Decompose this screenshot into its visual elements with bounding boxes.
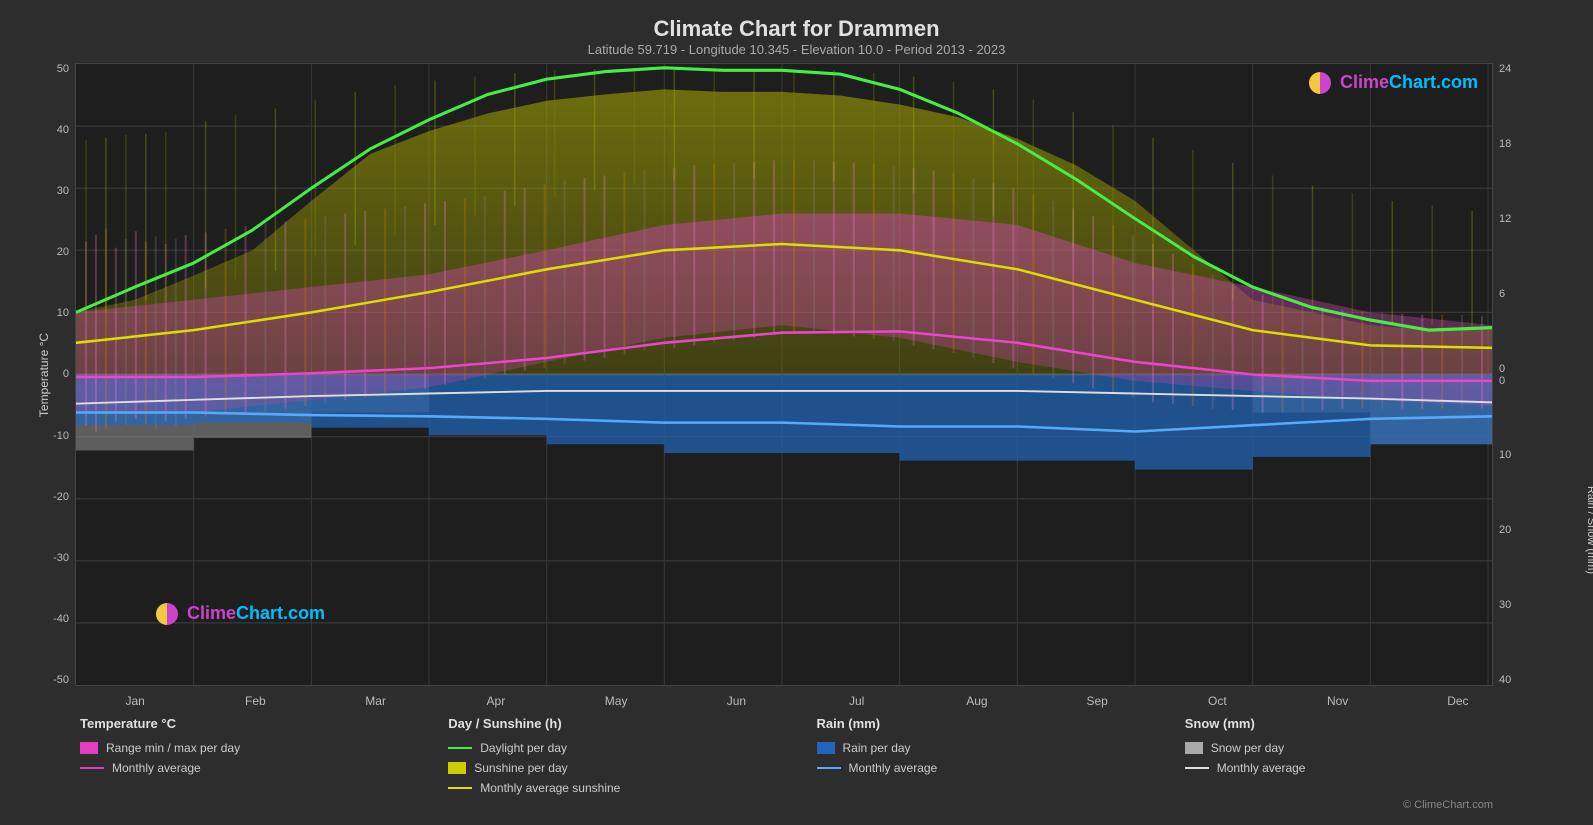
month-aug: Aug xyxy=(917,694,1037,708)
legend-rain: Rain (mm) Rain per day Monthly average xyxy=(817,716,1185,795)
legend-temperature: Temperature °C Range min / max per day M… xyxy=(80,716,448,795)
legend-rain-avg-label: Monthly average xyxy=(849,761,938,775)
legend-snow: Snow (mm) Snow per day Monthly average xyxy=(1185,716,1553,795)
y-tick-r-12: 12 xyxy=(1499,213,1511,225)
chart-svg xyxy=(76,64,1492,685)
legend-area: Temperature °C Range min / max per day M… xyxy=(20,708,1573,799)
chart-main: ClimeChart.com ClimeChart.com xyxy=(75,63,1493,686)
right-axis-rain-label: Rain / Snow (mm) xyxy=(1585,486,1593,574)
temp-avg-line xyxy=(80,767,104,769)
y-tick-r-18: 18 xyxy=(1499,138,1511,150)
y-tick-20: 20 xyxy=(57,246,69,258)
legend-daylight-label: Daylight per day xyxy=(480,741,567,755)
y-tick-r-40: 40 xyxy=(1499,674,1511,686)
legend-snow-per-day: Snow per day xyxy=(1185,741,1553,755)
month-may: May xyxy=(556,694,676,708)
month-oct: Oct xyxy=(1157,694,1277,708)
chart-subtitle: Latitude 59.719 - Longitude 10.345 - Ele… xyxy=(20,42,1573,57)
y-tick-0: 0 xyxy=(63,368,69,380)
legend-snow-avg: Monthly average xyxy=(1185,761,1553,775)
legend-sunshine-per-day: Sunshine per day xyxy=(448,761,816,775)
y-tick-n30: -30 xyxy=(53,552,69,564)
temp-range-swatch xyxy=(80,742,98,754)
legend-temp-title: Temperature °C xyxy=(80,716,448,731)
copyright: © ClimeChart.com xyxy=(20,799,1573,815)
legend-rain-avg: Monthly average xyxy=(817,761,1185,775)
watermark-purple-tr: Clime xyxy=(1340,72,1389,92)
month-jan: Jan xyxy=(75,694,195,708)
legend-temp-range: Range min / max per day xyxy=(80,741,448,755)
y-tick-10: 10 xyxy=(57,307,69,319)
daylight-line xyxy=(448,747,472,749)
month-feb: Feb xyxy=(195,694,315,708)
legend-rain-per-day: Rain per day xyxy=(817,741,1185,755)
y-tick-n20: -20 xyxy=(53,491,69,503)
chart-area: Temperature °C 50 40 30 20 10 0 -10 -20 … xyxy=(20,63,1573,686)
watermark-purple: Clime xyxy=(187,603,236,623)
chart-title: Climate Chart for Drammen xyxy=(20,16,1573,42)
y-axis-left-label: Temperature °C xyxy=(37,332,51,416)
y-tick-r-10: 10 xyxy=(1499,449,1511,461)
watermark-bottom-left: ClimeChart.com xyxy=(156,603,325,625)
sunshine-swatch xyxy=(448,762,466,774)
legend-rain-label: Rain per day xyxy=(843,741,911,755)
y-tick-r-20: 20 xyxy=(1499,524,1511,536)
y-tick-r-30: 30 xyxy=(1499,599,1511,611)
month-jul: Jul xyxy=(797,694,917,708)
y-tick-r-0b: 0 xyxy=(1499,375,1505,387)
month-sep: Sep xyxy=(1037,694,1157,708)
logo-icon-tr xyxy=(1309,72,1331,94)
month-mar: Mar xyxy=(316,694,436,708)
legend-sunshine-label: Sunshine per day xyxy=(474,761,567,775)
month-jun: Jun xyxy=(676,694,796,708)
y-tick-n10: -10 xyxy=(53,430,69,442)
month-nov: Nov xyxy=(1278,694,1398,708)
y-tick-r-6: 6 xyxy=(1499,288,1505,300)
rain-avg-line xyxy=(817,767,841,769)
y-tick-n40: -40 xyxy=(53,613,69,625)
logo-icon xyxy=(156,603,178,625)
y-axis-right: 24 18 12 6 0 0 10 20 30 40 Day / Sunshin… xyxy=(1493,63,1573,686)
y-tick-30: 30 xyxy=(57,185,69,197)
legend-temp-avg-label: Monthly average xyxy=(112,761,201,775)
legend-daylight: Daylight per day xyxy=(448,741,816,755)
sunshine-avg-line xyxy=(448,787,472,789)
page-wrapper: Climate Chart for Drammen Latitude 59.71… xyxy=(0,0,1593,825)
legend-sunshine-avg: Monthly average sunshine xyxy=(448,781,816,795)
legend-temp-avg: Monthly average xyxy=(80,761,448,775)
legend-snow-title: Snow (mm) xyxy=(1185,716,1553,731)
y-tick-n50: -50 xyxy=(53,674,69,686)
month-dec: Dec xyxy=(1398,694,1518,708)
y-tick-40: 40 xyxy=(57,124,69,136)
legend-sunshine-title: Day / Sunshine (h) xyxy=(448,716,816,731)
legend-snow-avg-label: Monthly average xyxy=(1217,761,1306,775)
legend-rain-title: Rain (mm) xyxy=(817,716,1185,731)
y-axis-left: Temperature °C 50 40 30 20 10 0 -10 -20 … xyxy=(20,63,75,686)
rain-swatch xyxy=(817,742,835,754)
snow-swatch xyxy=(1185,742,1203,754)
watermark-blue: Chart.com xyxy=(236,603,325,623)
y-tick-50: 50 xyxy=(57,63,69,75)
y-tick-r-0: 0 xyxy=(1499,363,1505,375)
legend-temp-range-label: Range min / max per day xyxy=(106,741,240,755)
watermark-blue-tr: Chart.com xyxy=(1389,72,1478,92)
legend-snow-label: Snow per day xyxy=(1211,741,1284,755)
legend-sunshine: Day / Sunshine (h) Daylight per day Suns… xyxy=(448,716,816,795)
snow-avg-line xyxy=(1185,767,1209,769)
y-tick-r-24: 24 xyxy=(1499,63,1511,75)
watermark-top-right: ClimeChart.com xyxy=(1309,72,1478,94)
legend-sunshine-avg-label: Monthly average sunshine xyxy=(480,781,620,795)
month-apr: Apr xyxy=(436,694,556,708)
x-axis: Jan Feb Mar Apr May Jun Jul Aug Sep Oct … xyxy=(20,690,1573,708)
